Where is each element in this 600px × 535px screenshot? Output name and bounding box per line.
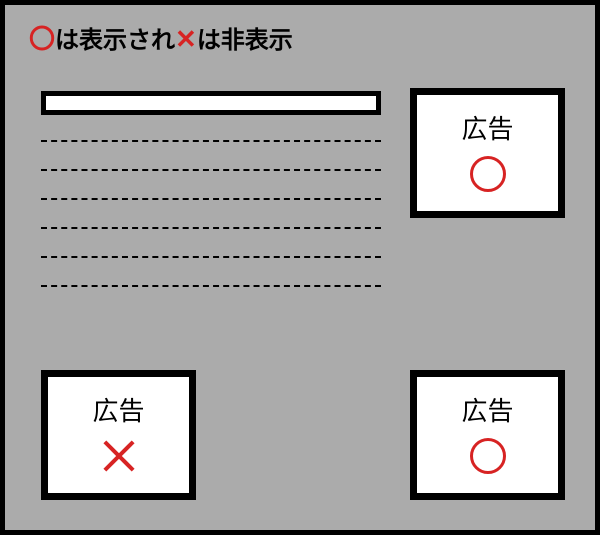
- circle-icon: [470, 438, 506, 474]
- ad-box-top-right: 広告: [410, 88, 565, 218]
- circle-mark-icon: 〇: [29, 24, 55, 54]
- x-icon: [101, 438, 137, 474]
- text-line: [41, 198, 381, 200]
- ad-label: 広告: [92, 391, 144, 428]
- ad-box-bottom-right: 広告: [410, 370, 565, 500]
- ad-label: 広告: [461, 391, 513, 428]
- x-mark-icon: ✕: [175, 24, 197, 54]
- text-line: [41, 227, 381, 229]
- ad-label: 広告: [461, 109, 513, 146]
- text-line: [41, 256, 381, 258]
- legend-text: 〇は表示され✕は非表示: [29, 19, 293, 56]
- text-line: [41, 285, 381, 287]
- circle-icon: [470, 156, 506, 192]
- text-line: [41, 140, 381, 142]
- legend-part2: は非表示: [197, 27, 293, 54]
- content-lines: [41, 140, 381, 314]
- content-title-bar: [41, 91, 381, 115]
- diagram-container: 〇は表示され✕は非表示 広告 広告 広告: [0, 0, 600, 535]
- text-line: [41, 169, 381, 171]
- ad-box-bottom-left: 広告: [41, 370, 196, 500]
- legend-part1: は表示され: [55, 27, 175, 54]
